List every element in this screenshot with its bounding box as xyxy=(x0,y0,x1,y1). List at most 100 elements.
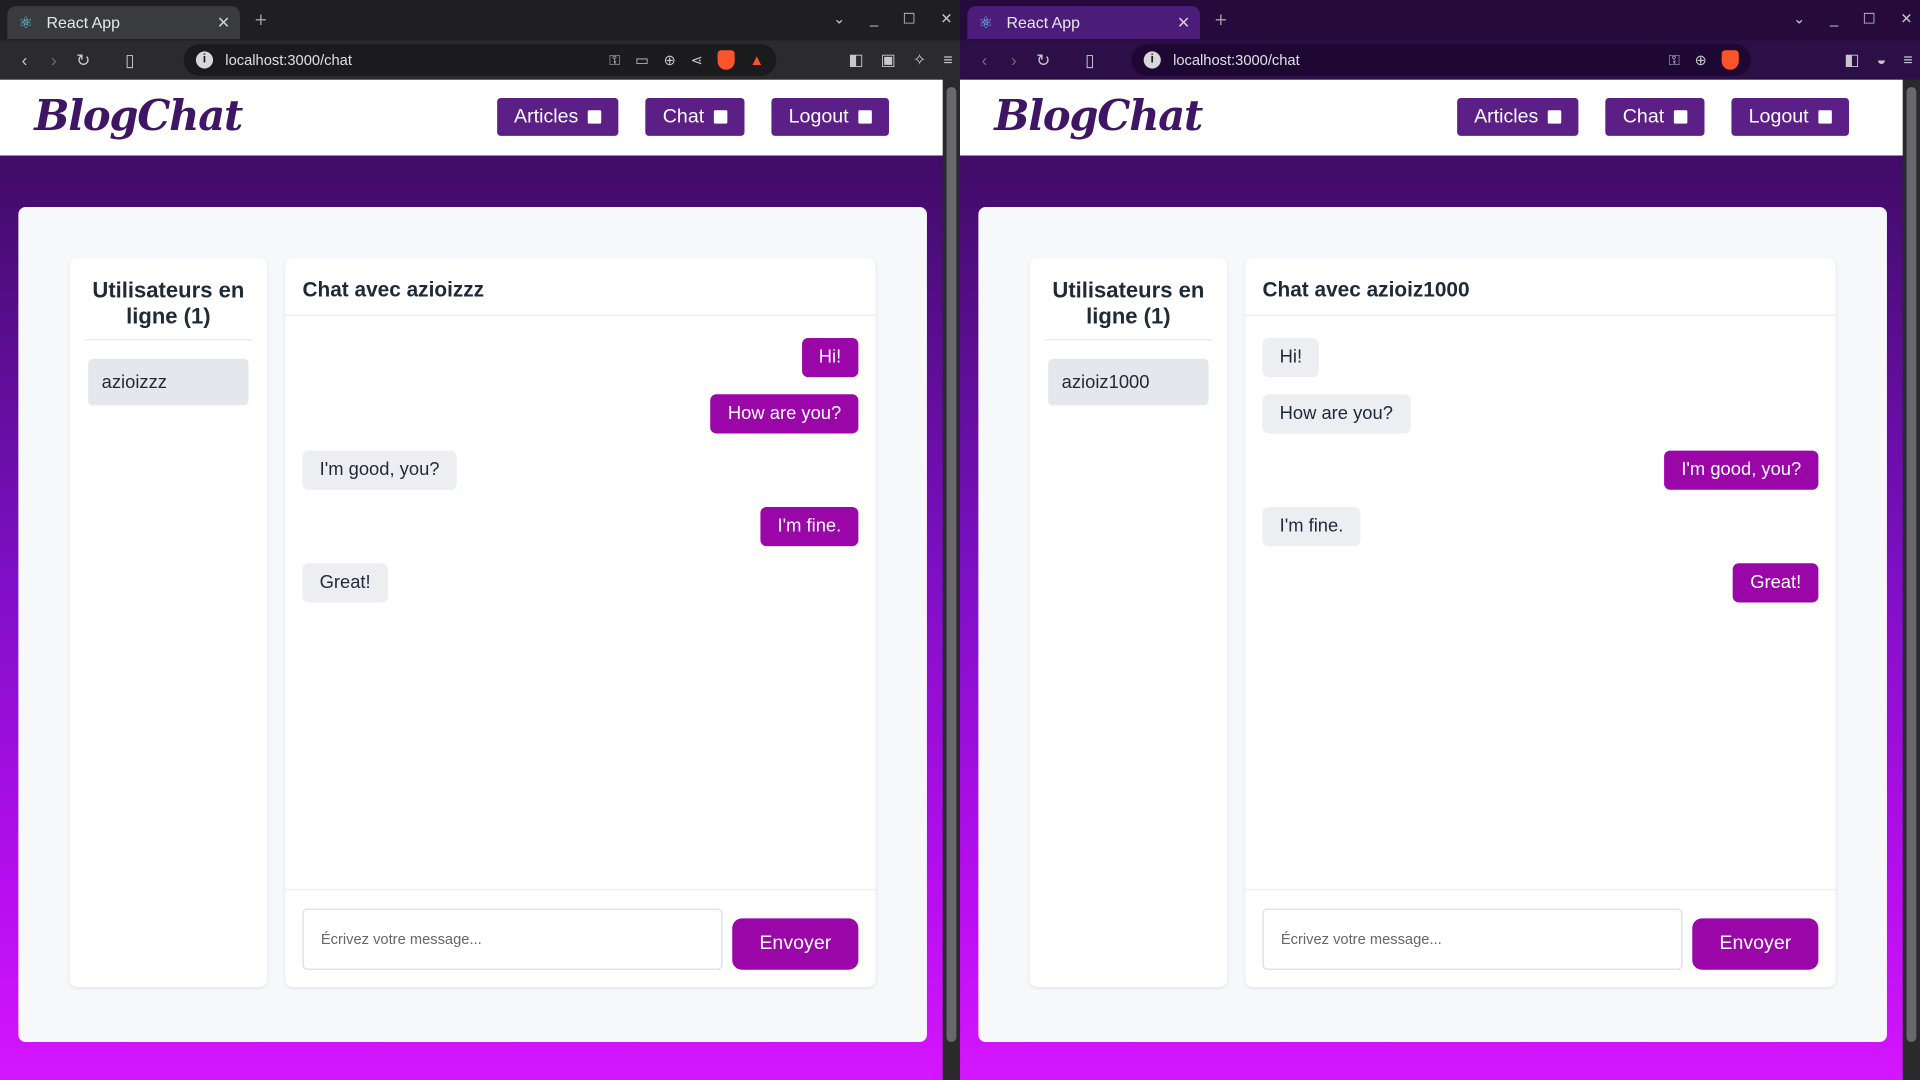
browser-window-right: ⚛ React App ✕ + ⌄ _ ☐ ✕ ‹ › ↻ ▯ i localh… xyxy=(960,0,1920,1080)
message-bubble: I'm good, you? xyxy=(1664,450,1819,490)
message-row: Great! xyxy=(1262,563,1819,603)
share-icon[interactable]: ⋖ xyxy=(691,51,703,68)
menu-icon[interactable]: ≡ xyxy=(1903,50,1912,70)
window-controls: ⌄ _ ☐ ✕ xyxy=(833,10,952,27)
message-list: Hi! How are you? I'm good, you? I'm fine… xyxy=(1245,316,1835,889)
send-button[interactable]: Envoyer xyxy=(1692,918,1819,970)
window-controls: ⌄ _ ☐ ✕ xyxy=(1793,10,1912,27)
chat-title: Chat avec azioiz1000 xyxy=(1245,258,1836,316)
bookmark-icon[interactable]: ▯ xyxy=(1075,50,1104,71)
page-viewport: BlogChat Articles Chat Logout Utilisateu… xyxy=(0,79,943,1080)
chat-label: Chat xyxy=(1622,105,1665,127)
blogchat-logo[interactable]: BlogChat xyxy=(994,92,1203,141)
user-item[interactable]: azioizzz xyxy=(88,358,249,406)
maximize-icon[interactable]: ☐ xyxy=(903,10,916,27)
browser-tab[interactable]: ⚛ React App ✕ xyxy=(967,6,1201,40)
online-users-panel: Utilisateurs en ligne (1) azioiz1000 xyxy=(1029,258,1227,987)
message-list: Hi! How are you? I'm good, you? I'm fine… xyxy=(285,316,875,889)
message-row: Great! xyxy=(302,563,858,603)
browser-toolbar: ‹ › ↻ ▯ i localhost:3000/chat ⚿ ⊕ ◧ ◒ ≡ xyxy=(960,40,1920,80)
leo-ai-icon[interactable]: ✧ xyxy=(913,50,926,70)
zoom-icon[interactable]: ⊕ xyxy=(1695,51,1707,68)
wallet-icon[interactable]: ▣ xyxy=(881,50,896,70)
blogchat-logo[interactable]: BlogChat xyxy=(34,92,243,141)
message-input[interactable] xyxy=(1262,908,1683,970)
back-icon[interactable]: ‹ xyxy=(10,50,39,70)
message-icon xyxy=(1673,110,1688,124)
message-bubble: Great! xyxy=(1733,563,1819,603)
page-scrollbar[interactable] xyxy=(1902,79,1920,1080)
message-row: I'm good, you? xyxy=(302,450,858,490)
articles-label: Articles xyxy=(514,105,579,127)
reload-icon[interactable]: ↻ xyxy=(1029,50,1058,71)
sidebar-icon[interactable]: ◧ xyxy=(1844,50,1859,70)
tab-list-icon[interactable]: ⌄ xyxy=(833,10,845,27)
message-bubble: How are you? xyxy=(710,394,859,434)
articles-button[interactable]: Articles xyxy=(1456,97,1579,136)
site-info-icon[interactable]: i xyxy=(1143,51,1161,69)
key-icon[interactable]: ⚿ xyxy=(1669,51,1680,69)
online-users-title: Utilisateurs en ligne (1) xyxy=(84,278,253,341)
chat-card: Utilisateurs en ligne (1) azioiz1000 Cha… xyxy=(978,206,1887,1043)
zoom-icon[interactable]: ⊕ xyxy=(664,51,676,68)
chat-panel: Chat avec azioizzz Hi! How are you? I'm … xyxy=(285,258,876,987)
articles-button[interactable]: Articles xyxy=(496,97,619,136)
key-icon[interactable]: ⚿ xyxy=(609,51,620,69)
tab-close-icon[interactable]: ✕ xyxy=(217,13,230,33)
site-info-icon[interactable]: i xyxy=(195,51,214,69)
logout-label: Logout xyxy=(1748,105,1809,127)
logout-label: Logout xyxy=(788,105,849,127)
private-window-icon[interactable]: ◒ xyxy=(1877,50,1887,70)
page-scrollbar[interactable] xyxy=(942,79,961,1080)
logout-icon xyxy=(858,110,872,124)
user-item[interactable]: azioiz1000 xyxy=(1048,358,1209,406)
address-bar[interactable]: i localhost:3000/chat ⚿ ▭ ⊕ ⋖ ▲ xyxy=(183,44,777,76)
title-bar: ⚛ React App ✕ + ⌄ _ ☐ ✕ xyxy=(0,0,961,41)
logout-button[interactable]: Logout xyxy=(771,97,889,136)
minimize-icon[interactable]: _ xyxy=(1830,10,1838,27)
document-icon xyxy=(588,110,602,124)
message-row: I'm good, you? xyxy=(1262,450,1819,490)
chat-card: Utilisateurs en ligne (1) azioizzz Chat … xyxy=(18,206,927,1043)
tab-close-icon[interactable]: ✕ xyxy=(1177,13,1190,33)
install-icon[interactable]: ▭ xyxy=(635,51,649,68)
brave-rewards-icon[interactable]: ▲ xyxy=(750,51,765,68)
forward-icon[interactable]: › xyxy=(39,50,68,70)
maximize-icon[interactable]: ☐ xyxy=(1863,10,1876,27)
message-row: Hi! xyxy=(1262,337,1818,378)
url-text: localhost:3000/chat xyxy=(1173,51,1300,69)
message-row: I'm fine. xyxy=(302,506,859,547)
brave-shields-icon[interactable] xyxy=(717,50,735,70)
bookmark-icon[interactable]: ▯ xyxy=(115,50,144,71)
brave-shields-icon[interactable] xyxy=(1721,50,1739,70)
back-icon[interactable]: ‹ xyxy=(970,50,999,70)
message-composer: Envoyer xyxy=(285,888,876,987)
app-header: BlogChat Articles Chat Logout xyxy=(960,79,1903,156)
address-bar[interactable]: i localhost:3000/chat ⚿ ⊕ xyxy=(1131,44,1752,76)
forward-icon[interactable]: › xyxy=(999,50,1028,70)
message-bubble: I'm fine. xyxy=(760,506,859,547)
message-icon xyxy=(713,110,728,124)
scrollbar-thumb[interactable] xyxy=(1906,86,1917,1043)
message-row: How are you? xyxy=(302,394,859,434)
scrollbar-thumb[interactable] xyxy=(946,86,957,1043)
reload-icon[interactable]: ↻ xyxy=(69,50,98,71)
message-bubble: Great! xyxy=(302,563,388,603)
browser-toolbar: ‹ › ↻ ▯ i localhost:3000/chat ⚿ ▭ ⊕ ⋖ ▲ … xyxy=(0,40,961,80)
message-input[interactable] xyxy=(302,908,723,970)
new-tab-icon[interactable]: + xyxy=(255,8,267,32)
online-users-panel: Utilisateurs en ligne (1) azioizzz xyxy=(69,258,267,987)
close-window-icon[interactable]: ✕ xyxy=(1900,10,1912,27)
menu-icon[interactable]: ≡ xyxy=(943,50,952,70)
minimize-icon[interactable]: _ xyxy=(870,10,878,27)
sidebar-icon[interactable]: ◧ xyxy=(848,50,863,70)
chat-button[interactable]: Chat xyxy=(645,97,745,136)
tab-list-icon[interactable]: ⌄ xyxy=(1793,10,1805,27)
chat-title: Chat avec azioizzz xyxy=(285,258,876,316)
chat-button[interactable]: Chat xyxy=(1605,97,1705,136)
send-button[interactable]: Envoyer xyxy=(732,918,859,970)
logout-button[interactable]: Logout xyxy=(1731,97,1849,136)
browser-tab[interactable]: ⚛ React App ✕ xyxy=(7,6,241,40)
new-tab-icon[interactable]: + xyxy=(1215,8,1227,32)
close-window-icon[interactable]: ✕ xyxy=(940,10,952,27)
